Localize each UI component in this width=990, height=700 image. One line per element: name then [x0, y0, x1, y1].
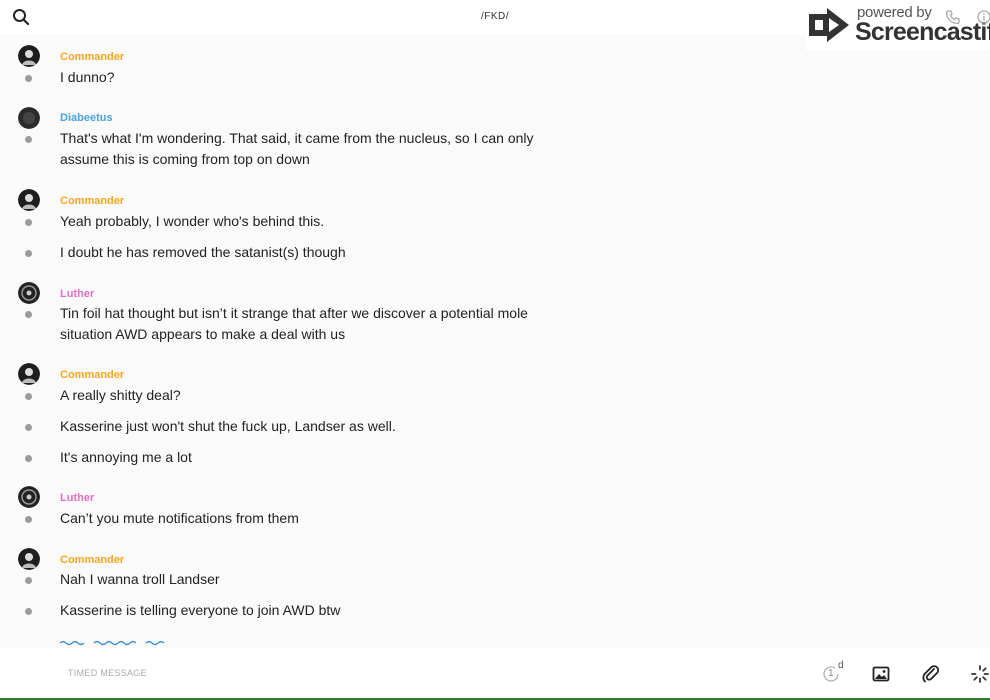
message-bullet — [25, 608, 32, 615]
avatar[interactable] — [18, 107, 40, 129]
message-bullet — [25, 250, 32, 257]
message-text: Yeah probably, I wonder who's behind thi… — [60, 213, 325, 229]
message-text: Kasserine just won't shut the fuck up, L… — [60, 418, 396, 434]
message-author[interactable]: Luther — [60, 288, 94, 300]
timer-value: 1 — [828, 668, 834, 679]
message-text: Nah I wanna troll Landser — [60, 571, 220, 587]
timer-unit: d — [838, 660, 844, 671]
attachment-icon[interactable] — [921, 664, 941, 684]
avatar[interactable] — [18, 548, 40, 570]
avatar[interactable] — [18, 282, 40, 304]
message-bullet — [25, 219, 32, 226]
message-bullet — [25, 393, 32, 400]
message-bullet — [25, 516, 32, 523]
message-text: It's annoying me a lot — [60, 449, 192, 465]
message-bullet — [25, 75, 32, 82]
message-text: Tin foil hat thought but isn’t it strang… — [60, 305, 528, 342]
image-icon[interactable] — [872, 665, 890, 683]
message-bullet — [25, 577, 32, 584]
message-text: A really shitty deal? — [60, 387, 181, 403]
message-bullet — [25, 455, 32, 462]
message-author[interactable]: Commander — [60, 51, 124, 63]
composer-bar: TIMED MESSAGE 1 d — [0, 648, 990, 700]
message-bullet — [25, 424, 32, 431]
message-author[interactable]: Commander — [60, 554, 124, 566]
message-text: I dunno? — [60, 69, 115, 85]
typing-indicator — [60, 640, 165, 646]
message-author[interactable]: Diabeetus — [60, 112, 113, 124]
phone-icon[interactable] — [945, 9, 961, 25]
timer-button[interactable]: 1 d — [822, 660, 844, 684]
avatar[interactable] — [18, 45, 40, 67]
message-bullet — [25, 136, 32, 143]
message-text: That's what I'm wondering. That said, it… — [60, 130, 534, 167]
message-text: Can’t you mute notifications from them — [60, 510, 299, 526]
message-author[interactable]: Commander — [60, 369, 124, 381]
loading-icon — [971, 665, 989, 683]
message-text: I doubt he has removed the satanist(s) t… — [60, 244, 346, 260]
avatar[interactable] — [18, 363, 40, 385]
message-list[interactable]: Commander I dunno? Diabeetus That's what… — [0, 34, 990, 648]
avatar[interactable] — [18, 189, 40, 211]
message-text: Kasserine is telling everyone to join AW… — [60, 602, 341, 618]
avatar[interactable] — [18, 486, 40, 508]
message-input[interactable]: TIMED MESSAGE — [68, 668, 147, 678]
message-bullet — [25, 311, 32, 318]
message-author[interactable]: Commander — [60, 195, 124, 207]
info-icon[interactable] — [977, 10, 990, 24]
message-author[interactable]: Luther — [60, 492, 94, 504]
